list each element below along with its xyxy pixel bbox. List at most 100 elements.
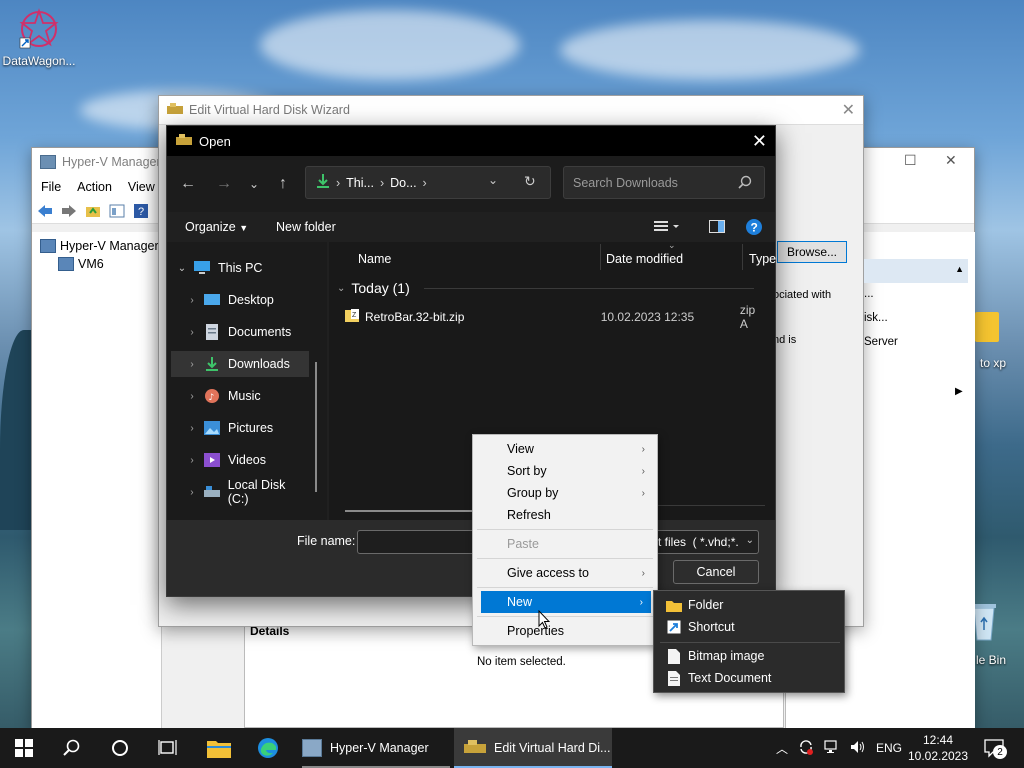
file-row[interactable]: Z RetroBar.32-bit.zip 10.02.2023 12:35 z…	[345, 303, 765, 331]
column-header-name[interactable]: Name	[358, 249, 391, 269]
column-divider[interactable]	[600, 244, 601, 270]
menu-file[interactable]: File	[41, 180, 61, 194]
file-type-select[interactable]: t files ( *.vhd;*. ⌄	[653, 530, 759, 554]
menu-item-properties[interactable]: Properties	[477, 620, 653, 642]
action-item[interactable]: Server	[864, 336, 898, 348]
svg-text:?: ?	[751, 221, 758, 235]
folder-icon[interactable]	[975, 312, 999, 342]
column-header-date[interactable]: Date modified	[606, 249, 683, 269]
chevron-right-icon: ›	[641, 487, 645, 499]
file-explorer-button[interactable]	[195, 728, 243, 768]
forward-icon[interactable]: →	[212, 172, 236, 196]
nav-item-videos[interactable]: › Videos	[171, 447, 309, 473]
nav-item-pictures[interactable]: › Pictures	[171, 415, 309, 441]
tree-node-vm6[interactable]: VM6	[32, 255, 161, 273]
nav-item-downloads[interactable]: › Downloads	[171, 351, 309, 377]
submenu-item-text-document[interactable]: Text Document	[660, 667, 840, 689]
help-icon[interactable]: ?	[132, 202, 150, 220]
folder-up-icon[interactable]	[84, 202, 102, 220]
properties-icon[interactable]	[108, 202, 126, 220]
menu-item-view[interactable]: View ›	[477, 438, 653, 460]
network-icon[interactable]	[824, 739, 840, 757]
back-arrow-icon[interactable]	[36, 202, 54, 220]
task-view-button[interactable]	[144, 728, 192, 768]
horizontal-scrollbar[interactable]	[345, 510, 485, 512]
edge-icon	[258, 738, 278, 758]
wizard-app-icon	[464, 739, 486, 758]
file-name-input[interactable]	[357, 530, 477, 554]
recycle-bin-icon[interactable]	[972, 602, 996, 645]
wizard-titlebar[interactable]: Edit Virtual Hard Disk Wizard	[159, 96, 863, 124]
action-item[interactable]: ...	[864, 288, 874, 300]
tree-node-hyperv-manager[interactable]: Hyper-V Manager	[32, 237, 161, 255]
nav-item-documents[interactable]: › Documents	[171, 319, 309, 345]
close-icon[interactable]: ✕	[945, 152, 957, 169]
cancel-button[interactable]: Cancel	[673, 560, 759, 584]
new-folder-button[interactable]: New folder	[276, 220, 336, 234]
view-options-icon[interactable]	[654, 220, 682, 237]
help-icon[interactable]: ?	[745, 218, 763, 239]
action-item[interactable]: isk...	[864, 312, 888, 324]
organize-button[interactable]: Organize ▼	[185, 220, 248, 234]
chevron-down-icon[interactable]: ⌄	[488, 173, 498, 187]
new-submenu: Folder Shortcut Bitmap image Text Docume…	[653, 590, 845, 693]
nav-item-local-disk[interactable]: › Local Disk (C:)	[171, 478, 309, 506]
edge-button[interactable]	[244, 728, 292, 768]
volume-icon[interactable]	[850, 740, 866, 757]
search-input[interactable]: Search Downloads	[563, 166, 765, 199]
nav-scrollbar[interactable]	[315, 362, 317, 492]
forward-arrow-icon[interactable]	[60, 202, 78, 220]
notification-center-button[interactable]: 2	[984, 728, 1007, 768]
submenu-item-folder[interactable]: Folder	[660, 594, 840, 616]
videos-icon	[203, 452, 221, 468]
menu-item-sort-by[interactable]: Sort by ›	[477, 460, 653, 482]
menu-item-label: Refresh	[507, 508, 551, 522]
menu-view[interactable]: View	[128, 180, 155, 194]
menu-item-new[interactable]: New ›	[481, 591, 651, 613]
nav-item-this-pc[interactable]: ⌄ This PC	[171, 255, 309, 281]
nav-item-music[interactable]: › ♪ Music	[171, 383, 309, 409]
desktop-icon-datawagon[interactable]: DataWagon...	[1, 8, 77, 68]
submenu-item-shortcut[interactable]: Shortcut	[660, 616, 840, 638]
breadcrumb-downloads[interactable]: Do...	[390, 176, 416, 190]
up-icon[interactable]: ↑	[271, 172, 295, 196]
close-icon[interactable]: ✕	[752, 131, 767, 152]
back-icon[interactable]: ←	[176, 172, 200, 196]
menu-item-group-by[interactable]: Group by ›	[477, 482, 653, 504]
preview-pane-icon[interactable]	[709, 220, 725, 237]
taskbar-app-wizard[interactable]: Edit Virtual Hard Di...	[454, 728, 612, 768]
address-bar[interactable]: › Thi... › Do... › ⌄ ↻	[305, 166, 551, 199]
group-header-today[interactable]: ⌄ Today (1)	[337, 280, 754, 296]
open-dialog-titlebar[interactable]: Open	[167, 126, 775, 156]
cortana-button[interactable]	[96, 728, 144, 768]
breadcrumb-this-pc[interactable]: Thi...	[346, 176, 374, 190]
menu-separator	[477, 529, 653, 530]
file-date: 10.02.2023 12:35	[600, 310, 695, 324]
show-hidden-icons-icon[interactable]: ︿	[776, 740, 788, 757]
column-header-type[interactable]: Type	[749, 249, 776, 269]
nav-item-desktop[interactable]: › Desktop	[171, 287, 309, 313]
menu-action[interactable]: Action	[77, 180, 112, 194]
language-indicator[interactable]: ENG	[876, 741, 902, 755]
expand-arrow-icon[interactable]: ▶	[955, 386, 963, 397]
browse-button[interactable]: Browse...	[777, 241, 847, 263]
column-divider[interactable]	[742, 244, 743, 270]
hyperv-tree: Hyper-V Manager VM6	[32, 232, 162, 728]
search-button[interactable]	[48, 728, 96, 768]
refresh-icon[interactable]: ↻	[524, 173, 536, 190]
menu-item-refresh[interactable]: Refresh	[477, 504, 653, 526]
clock[interactable]: 12:44 10.02.2023	[900, 728, 976, 768]
collapse-icon[interactable]: ▲	[955, 264, 964, 274]
open-dialog[interactable]: Open ✕ ← → ⌄ ↑ › Thi... › Do... › ⌄ ↻ Se…	[166, 125, 776, 597]
chevron-right-icon: ›	[336, 175, 341, 190]
taskbar-app-hyperv[interactable]: Hyper-V Manager	[302, 728, 450, 768]
maximize-icon[interactable]: ☐	[904, 152, 917, 169]
network-sync-icon[interactable]	[798, 739, 814, 758]
close-icon[interactable]: ✕	[842, 100, 855, 120]
recent-locations-icon[interactable]: ⌄	[242, 172, 266, 196]
start-button[interactable]	[0, 728, 48, 768]
menu-item-label: Sort by	[507, 464, 547, 478]
search-icon	[738, 175, 752, 192]
submenu-item-bitmap[interactable]: Bitmap image	[660, 645, 840, 667]
menu-item-give-access[interactable]: Give access to ›	[477, 562, 653, 584]
